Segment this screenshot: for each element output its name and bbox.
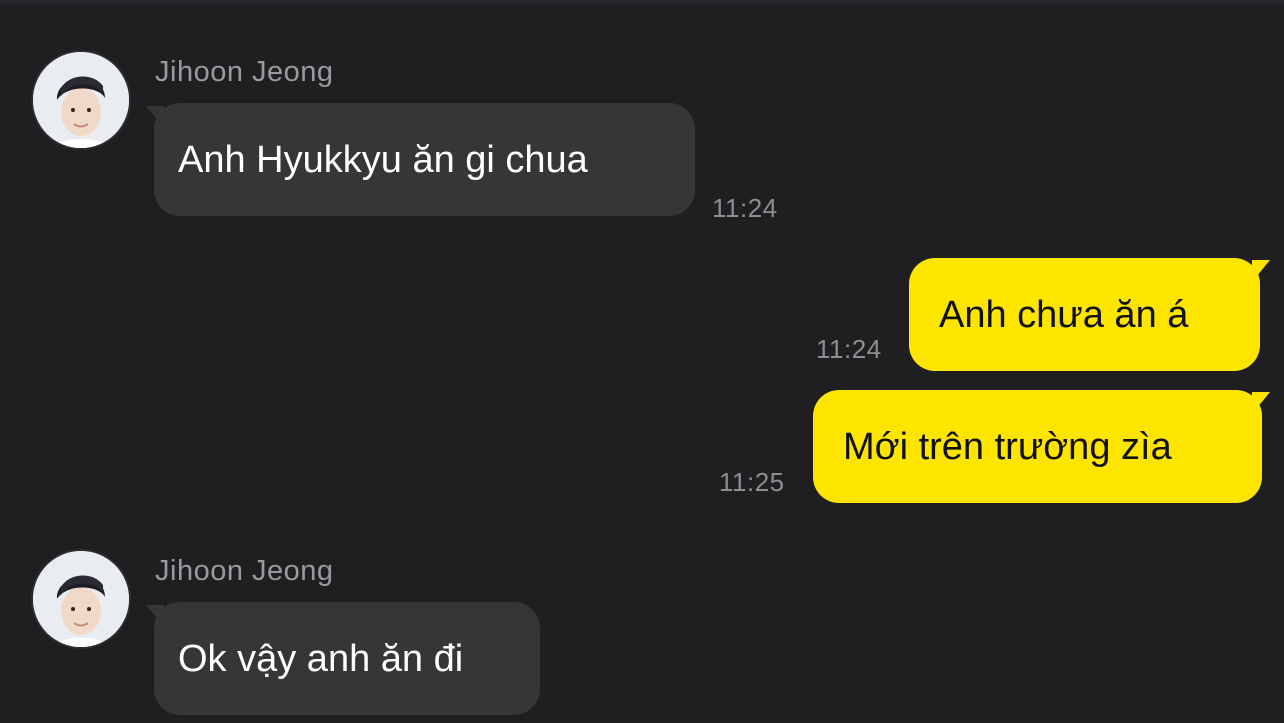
- avatar[interactable]: [31, 549, 131, 649]
- chat-view: Jihoon Jeong Anh Hyukkyu ăn gi chua 11:2…: [0, 0, 1284, 723]
- incoming-message-bubble[interactable]: Ok vậy anh ăn đi: [154, 602, 540, 715]
- avatar[interactable]: [31, 50, 131, 150]
- message-timestamp: 11:25: [719, 467, 785, 497]
- bubble-tail: [1252, 392, 1270, 414]
- top-bar-edge: [0, 0, 1284, 6]
- outgoing-message-bubble[interactable]: Anh chưa ăn á: [909, 258, 1260, 371]
- sender-name: Jihoon Jeong: [155, 555, 334, 587]
- outgoing-message-bubble[interactable]: Mới trên trường zìa: [813, 390, 1262, 503]
- incoming-message-bubble[interactable]: Anh Hyukkyu ăn gi chua: [154, 103, 695, 216]
- message-timestamp: 11:24: [816, 334, 882, 364]
- message-text: Ok vậy anh ăn đi: [178, 637, 464, 680]
- sender-name: Jihoon Jeong: [155, 56, 334, 88]
- message-timestamp: 11:24: [712, 193, 778, 223]
- message-text: Anh Hyukkyu ăn gi chua: [178, 138, 588, 181]
- message-text: Anh chưa ăn á: [939, 293, 1189, 336]
- bubble-tail: [1252, 260, 1270, 282]
- avatar-photo-icon: [33, 52, 129, 148]
- message-text: Mới trên trường zìa: [843, 425, 1172, 468]
- avatar-photo-icon: [33, 551, 129, 647]
